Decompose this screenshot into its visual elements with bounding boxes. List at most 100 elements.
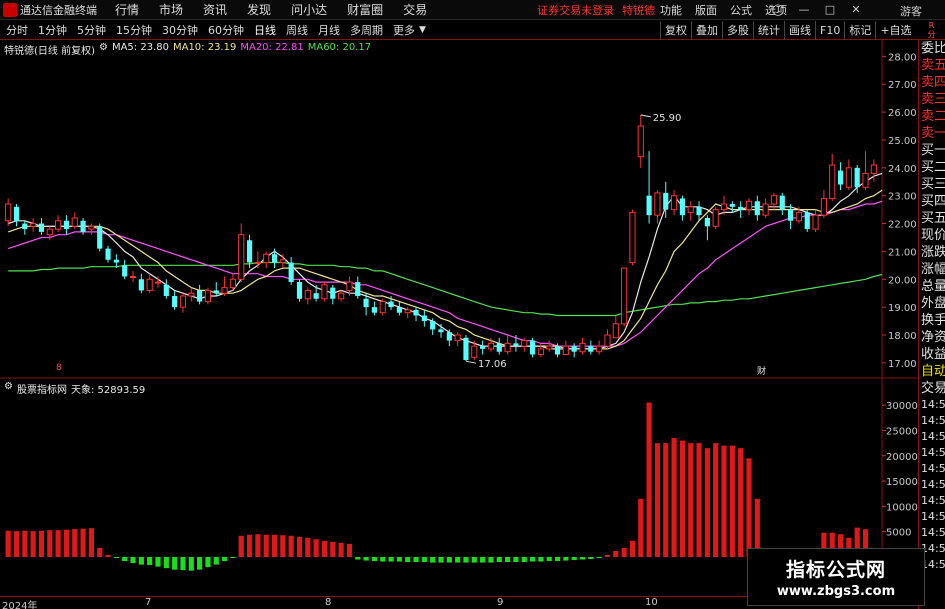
auto-section[interactable]: 自动 [919, 363, 945, 380]
indicator-bar [713, 443, 719, 557]
indicator-bar [72, 529, 78, 557]
candle-body [829, 164, 836, 199]
tool-f10[interactable]: F10 [815, 21, 844, 40]
period-multi[interactable]: 多周期 [350, 22, 383, 38]
indicator-bar [604, 554, 611, 557]
period-5min[interactable]: 5分钟 [77, 22, 106, 38]
candle-body [480, 346, 486, 349]
settings-icon[interactable]: ⚙ [99, 42, 108, 57]
indicator-bar [147, 557, 153, 566]
candle-body [122, 265, 128, 277]
guest-label[interactable]: 游客 [900, 3, 922, 19]
candle-body [438, 329, 444, 333]
date-label: 2024年 [2, 601, 38, 609]
menu-item-ask[interactable]: 问小达 [291, 1, 327, 18]
indicator-bar [446, 557, 452, 563]
app-title: 通达信金融终端 [20, 3, 97, 17]
period-timeshare[interactable]: 分时 [6, 22, 28, 38]
tool-overlay[interactable]: 叠加 [691, 21, 722, 40]
candle-body [288, 262, 294, 283]
indicator-settings-icon[interactable]: ⚙ [4, 381, 13, 396]
ma20-label: MA20: 22.81 [240, 42, 304, 53]
minimize-icon[interactable]: — [796, 2, 812, 18]
candle-body [404, 309, 411, 314]
kline-chart[interactable]: 28.00 27.00 26.00 25.00 24.00 23.00 22.00 21.00… [0, 40, 918, 596]
indicator-bar [180, 557, 186, 571]
quote-field-1: 卖五 [921, 58, 945, 73]
candle-body [646, 195, 652, 216]
candle-body [88, 225, 95, 230]
indicator-bar [105, 554, 111, 557]
tick-time: 14:5 [921, 510, 945, 523]
candle-body [679, 198, 685, 216]
menu-item-discover[interactable]: 发现 [247, 1, 271, 18]
indicator-bar [563, 557, 569, 561]
tool-statistics[interactable]: 统计 [753, 21, 784, 40]
period-more[interactable]: 更多 [393, 22, 415, 38]
indicator-bar [305, 537, 311, 557]
tool-multi-stock[interactable]: 多股 [722, 21, 753, 40]
candle-body [820, 197, 827, 216]
tick-time: 14:5 [921, 526, 945, 539]
indicator-bar [455, 557, 461, 563]
indicator-bar [55, 530, 61, 557]
dropdown-caret-icon[interactable]: ▼ [419, 25, 426, 35]
candle-body [213, 290, 219, 294]
user-icon[interactable]: ◯ [770, 2, 786, 18]
quote-field-5: 卖一 [921, 126, 945, 141]
period-monthly[interactable]: 月线 [318, 22, 340, 38]
tool-draw[interactable]: 画线 [784, 21, 815, 40]
candle-body [371, 307, 377, 313]
period-daily[interactable]: 日线 [254, 22, 276, 38]
indicator-bar [346, 543, 353, 557]
period-15min[interactable]: 15分钟 [116, 22, 152, 38]
candle-body [46, 228, 53, 236]
candle-body [197, 290, 203, 302]
indicator-bar [396, 557, 402, 562]
login-notice[interactable]: 证券交易未登录 [537, 2, 614, 18]
menu-item-quotes[interactable]: 行情 [115, 1, 139, 18]
quote-side-panel: 委比 卖五 卖四 卖三 卖二 卖一 买一 买二 买三 买四 买五 现价 涨跌 涨幅 总量 外盘 换手 净资 收益 自动… [918, 40, 945, 609]
menu-item-function[interactable]: 功能 [660, 2, 682, 18]
date-label: 9 [497, 597, 504, 608]
menu-item-trade[interactable]: 交易 [403, 1, 427, 18]
menu-item-wealth[interactable]: 财富圈 [347, 1, 383, 18]
indicator-bar [22, 530, 28, 557]
ma10-label: MA10: 23.19 [172, 42, 237, 53]
trade-section[interactable]: 交易 [919, 380, 945, 397]
indicator-bar [138, 557, 144, 565]
close-icon[interactable]: ✕ [848, 2, 864, 18]
menu-item-market[interactable]: 市场 [159, 1, 183, 18]
stock-name: 特锐德 [622, 3, 656, 17]
candle-body [788, 209, 794, 221]
tool-adjust[interactable]: 复权 [660, 21, 691, 40]
menu-item-formula[interactable]: 公式 [730, 2, 752, 18]
tool-add-favorite[interactable]: +自选 [875, 21, 915, 40]
stock-title: 特锐德(日线 前复权) [4, 46, 95, 57]
panel-toggle[interactable]: R分50 [918, 21, 945, 48]
low-price-label: 17.06 [478, 359, 507, 370]
period-60min[interactable]: 60分钟 [208, 22, 244, 38]
tick-time: 14:5 [921, 478, 945, 491]
indicator-bar [321, 540, 328, 557]
quote-field-18: 收益 [921, 347, 945, 362]
volume-tick-label: 15000 [886, 477, 918, 488]
period-weekly[interactable]: 周线 [286, 22, 308, 38]
tick-time: 14:5 [921, 462, 945, 475]
candle-body [430, 321, 436, 330]
tool-mark[interactable]: 标记 [844, 21, 875, 40]
maximize-icon[interactable]: □ [822, 2, 838, 18]
indicator-name: 股票指标网 [16, 385, 67, 396]
indicator-bar [688, 443, 694, 557]
candle-body [712, 209, 719, 227]
volume-tick-label: 10000 [886, 502, 918, 513]
candle-body [321, 284, 328, 300]
period-30min[interactable]: 30分钟 [162, 22, 198, 38]
menu-item-layout[interactable]: 版面 [695, 2, 717, 18]
indicator-bar [629, 540, 636, 557]
period-1min[interactable]: 1分钟 [38, 22, 67, 38]
indicator-bar [163, 557, 169, 569]
candle-body [804, 212, 810, 230]
candle-body [97, 226, 103, 249]
menu-item-news[interactable]: 资讯 [203, 1, 227, 18]
